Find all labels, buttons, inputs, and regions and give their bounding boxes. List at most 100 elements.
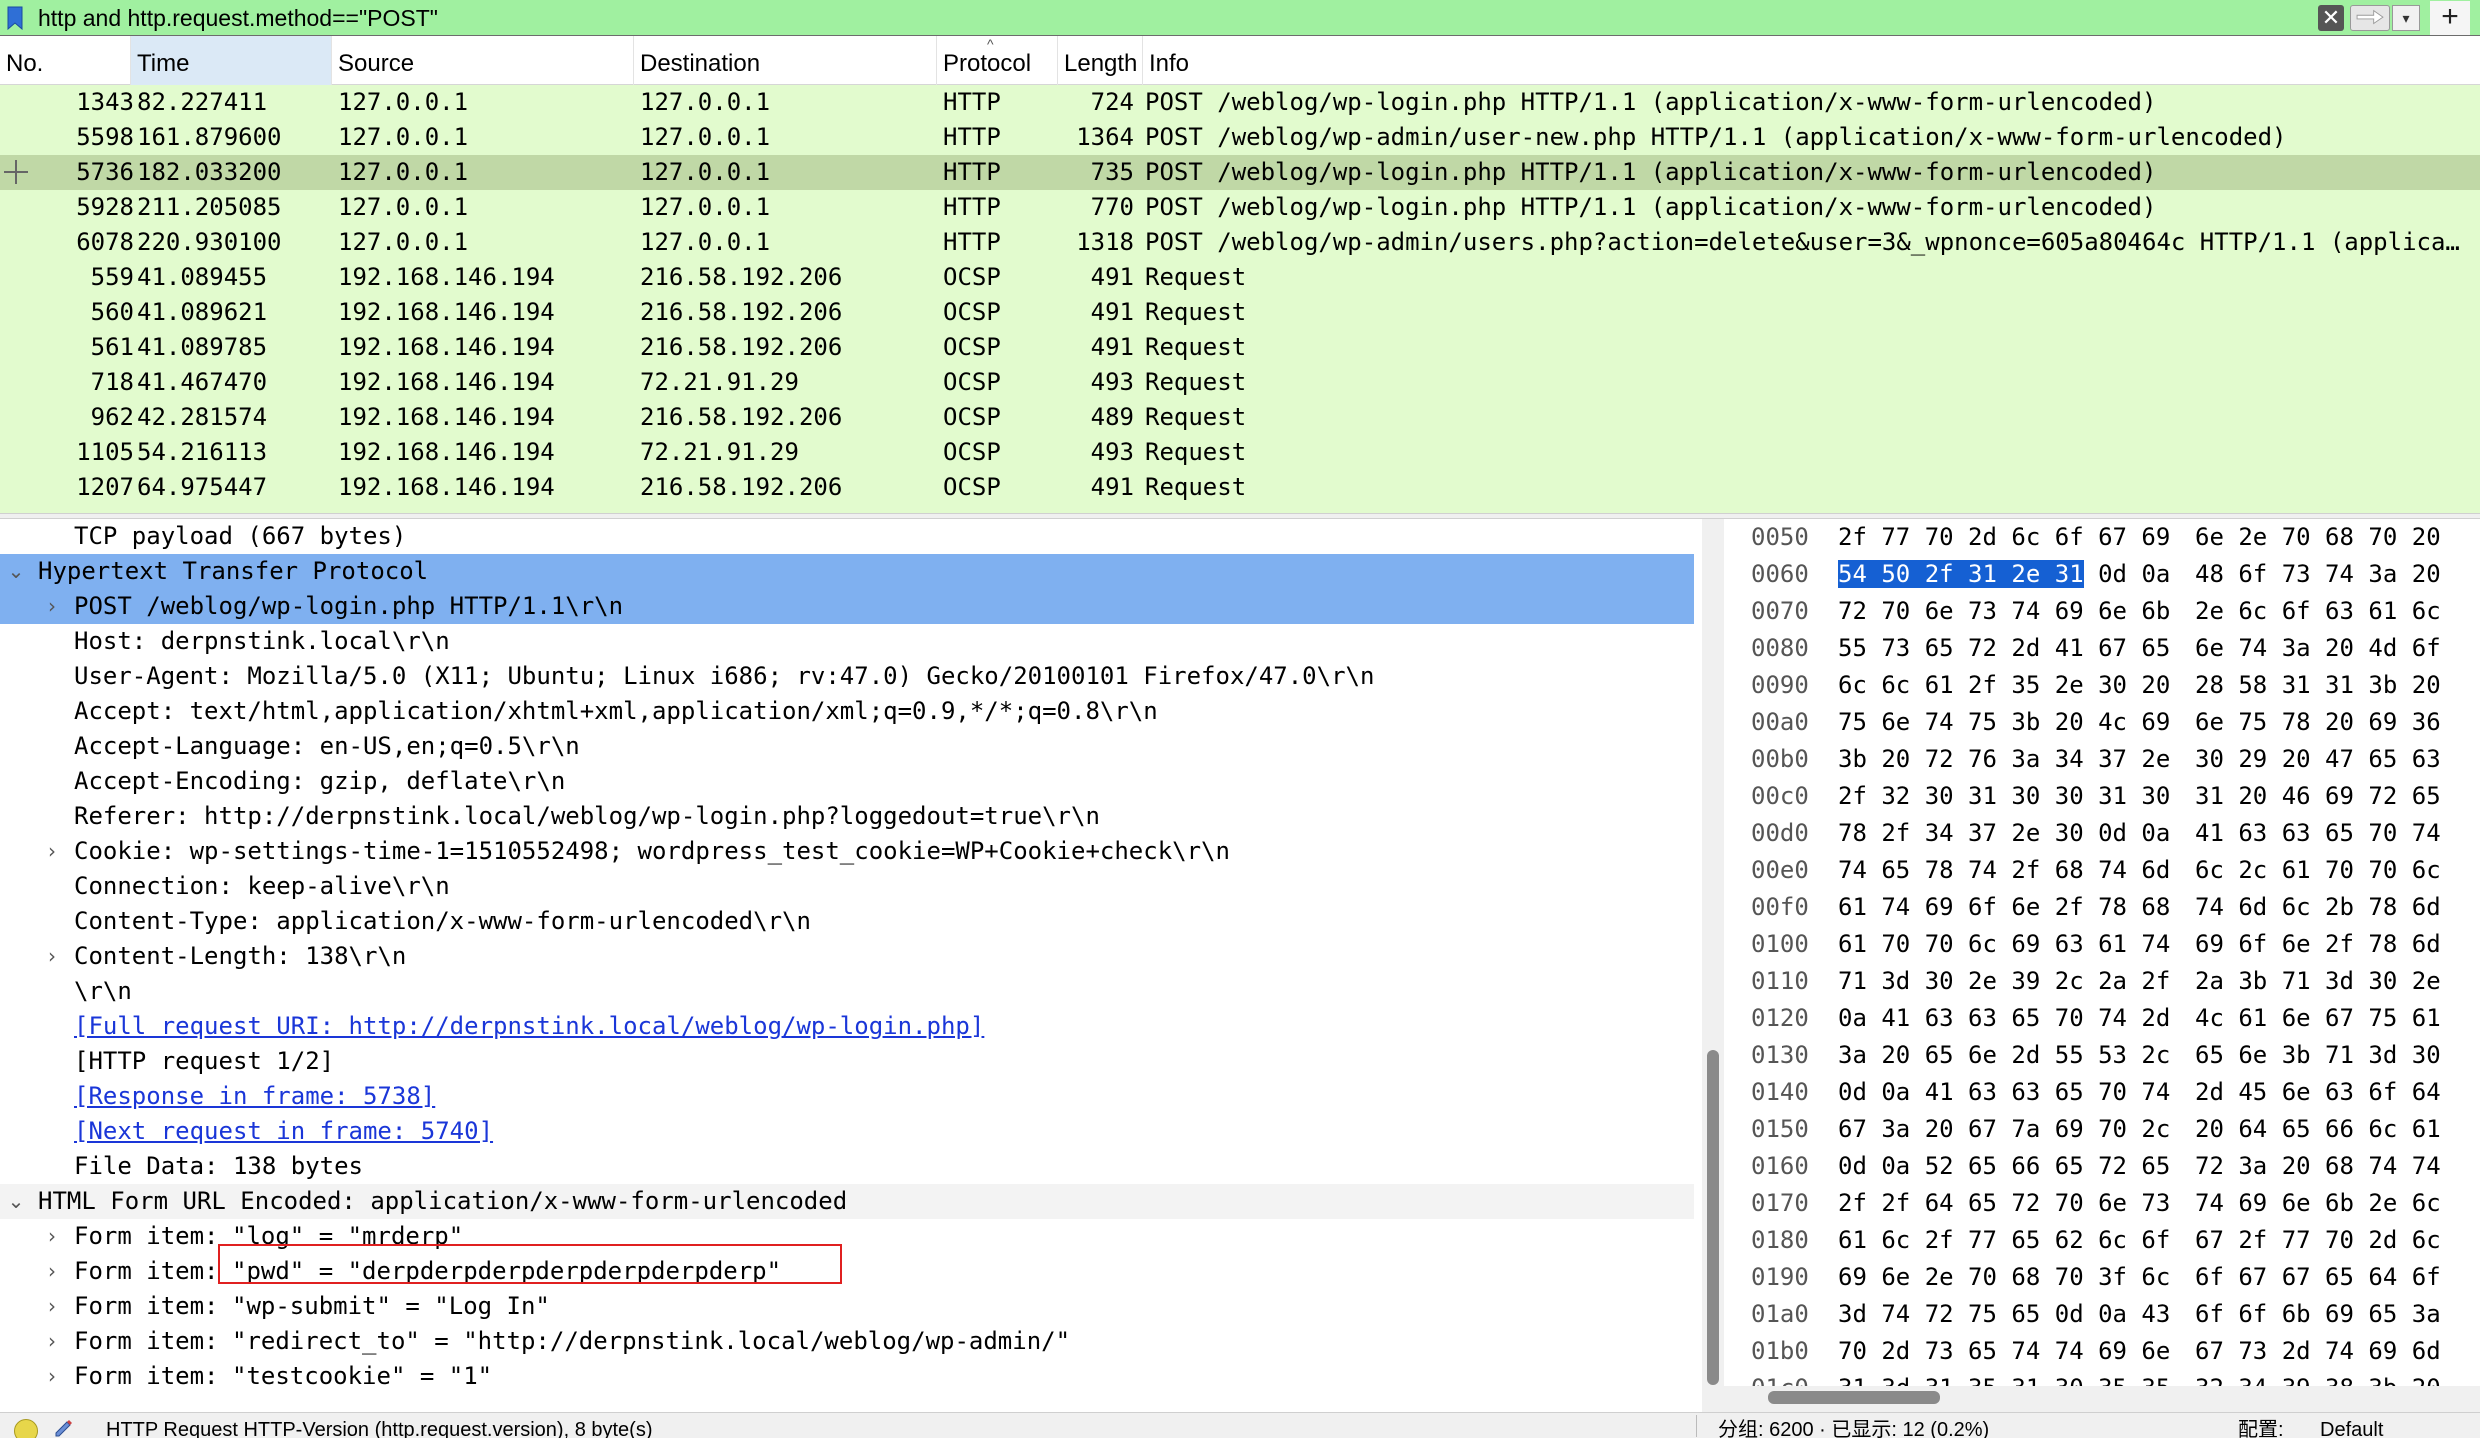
hex-bytes-right[interactable]: 4c 61 6e 67 75 61 [2195,1000,2441,1037]
hex-row[interactable]: 0140 0d 0a 41 63 63 65 70 74 2d 45 6e 63 6… [1724,1074,2480,1111]
hex-bytes-right[interactable]: 2d 45 6e 63 6f 64 [2195,1074,2441,1111]
column-info[interactable]: Info [1143,36,2480,85]
add-filter-icon[interactable]: + [2430,1,2470,35]
expand-arrow-icon[interactable]: › [40,1254,64,1289]
collapse-arrow-icon[interactable]: ⌄ [4,554,28,589]
hex-bytes-left[interactable]: 70 2d 73 65 74 74 69 6e [1838,1333,2170,1370]
next-request-link[interactable]: [Next request in frame: 5740] [74,1114,493,1149]
hex-row[interactable]: 00a0 75 6e 74 75 3b 20 4c 69 6e 75 78 20 6… [1724,704,2480,741]
packet-row[interactable]: 5736 182.033200 127.0.0.1 127.0.0.1 HTTP 735 P… [0,155,2480,190]
packet-row[interactable]: 718 41.467470 192.168.146.194 72.21.91.29 OC… [0,365,2480,400]
hex-bytes-left[interactable]: 71 3d 30 2e 39 2c 2a 2f [1838,963,2170,1000]
filter-dropdown-icon[interactable]: ▾ [2392,5,2420,31]
hex-bytes-right[interactable]: 74 69 6e 6b 2e 6c [2195,1185,2441,1222]
hex-row[interactable]: 0120 0a 41 63 63 65 70 74 2d 4c 61 6e 67 7… [1724,1000,2480,1037]
hex-bytes-right[interactable]: 6e 74 3a 20 4d 6f [2195,630,2441,667]
hex-row[interactable]: 0130 3a 20 65 6e 2d 55 53 2c 65 6e 3b 71 3… [1724,1037,2480,1074]
hex-bytes-right[interactable]: 30 29 20 47 65 63 [2195,741,2441,778]
hex-row[interactable]: 01b0 70 2d 73 65 74 74 69 6e 67 73 2d 74 6… [1724,1333,2480,1370]
tree-item-content-length[interactable]: › Content-Length: 138\r\n [0,939,1694,974]
expand-arrow-icon[interactable]: › [40,834,64,869]
status-profile[interactable]: Default [2320,1417,2383,1438]
packet-row[interactable]: 1343 82.227411 127.0.0.1 127.0.0.1 HTTP 724 PO… [0,85,2480,120]
hex-row[interactable]: 00d0 78 2f 34 37 2e 30 0d 0a 41 63 63 65 7… [1724,815,2480,852]
hex-row[interactable]: 00e0 74 65 78 74 2f 68 74 6d 6c 2c 61 70 7… [1724,852,2480,889]
expand-arrow-icon[interactable]: › [40,1324,64,1359]
hex-row[interactable]: 0070 72 70 6e 73 74 69 6e 6b 2e 6c 6f 63 6… [1724,593,2480,630]
hex-row[interactable]: 0150 67 3a 20 67 7a 69 70 2c 20 64 65 66 6… [1724,1111,2480,1148]
expand-arrow-icon[interactable]: › [40,589,64,624]
bytes-scrollbar-thumb[interactable] [1768,1391,1940,1404]
hex-bytes-left[interactable]: 6c 6c 61 2f 35 2e 30 20 [1838,667,2170,704]
expand-arrow-icon[interactable]: › [40,1219,64,1254]
hex-bytes-left[interactable]: 78 2f 34 37 2e 30 0d 0a [1838,815,2170,852]
hex-bytes-right[interactable]: 67 73 2d 74 69 6d [2195,1333,2441,1370]
hex-row[interactable]: 0180 61 6c 2f 77 65 62 6c 6f 67 2f 77 70 2… [1724,1222,2480,1259]
hex-bytes-right[interactable]: 41 63 63 65 70 74 [2195,815,2441,852]
hex-bytes-right[interactable]: 28 58 31 31 3b 20 [2195,667,2441,704]
packet-row[interactable]: 1207 64.975447 192.168.146.194 216.58.192.2… [0,470,2480,505]
tree-item-form-wp-submit[interactable]: › Form item: "wp-submit" = "Log In" [0,1289,1694,1324]
hex-row[interactable]: 0190 69 6e 2e 70 68 70 3f 6c 6f 67 67 65 6… [1724,1259,2480,1296]
tree-item-referer[interactable]: Referer: http://derpnstink.local/weblog/… [0,799,1694,834]
hex-bytes-right[interactable]: 48 6f 73 74 3a 20 [2195,556,2441,593]
packet-row[interactable]: 962 42.281574 192.168.146.194 216.58.192.20… [0,400,2480,435]
hex-row[interactable]: 00f0 61 74 69 6f 6e 2f 78 68 74 6d 6c 2b 7… [1724,889,2480,926]
tree-item-request-line[interactable]: › POST /weblog/wp-login.php HTTP/1.1\r\n [0,589,1694,624]
hex-bytes-right[interactable]: 74 6d 6c 2b 78 6d [2195,889,2441,926]
hex-bytes-right[interactable]: 2e 6c 6f 63 61 6c [2195,593,2441,630]
packet-row[interactable]: 559 41.089455 192.168.146.194 216.58.192.20… [0,260,2480,295]
tree-item-next-request[interactable]: [Next request in frame: 5740] [0,1114,1694,1149]
hex-row[interactable]: 0160 0d 0a 52 65 66 65 72 65 72 3a 20 68 7… [1724,1148,2480,1185]
hex-bytes-right[interactable]: 65 6e 3b 71 3d 30 [2195,1037,2441,1074]
bookmark-icon[interactable] [6,6,24,30]
hex-bytes-left[interactable]: 0d 0a 52 65 66 65 72 65 [1838,1148,2170,1185]
column-source[interactable]: Source [332,36,634,85]
tree-item-connection[interactable]: Connection: keep-alive\r\n [0,869,1694,904]
hex-bytes-left[interactable]: 72 70 6e 73 74 69 6e 6b [1838,593,2170,630]
apply-filter-icon[interactable] [2350,5,2390,31]
packet-row[interactable]: 5928 211.205085 127.0.0.1 127.0.0.1 HTTP 770 P… [0,190,2480,225]
hex-bytes-left[interactable]: 3d 74 72 75 65 0d 0a 43 [1838,1296,2170,1333]
hex-bytes-right[interactable]: 20 64 65 66 6c 61 [2195,1111,2441,1148]
tree-item-form-redirect-to[interactable]: › Form item: "redirect_to" = "http://der… [0,1324,1694,1359]
hex-row[interactable]: 0100 61 70 70 6c 69 63 61 74 69 6f 6e 2f 7… [1724,926,2480,963]
hex-bytes-right[interactable]: 6f 67 67 65 64 6f [2195,1259,2441,1296]
hex-bytes-right[interactable]: 67 2f 77 70 2d 6c [2195,1222,2441,1259]
hex-bytes-left[interactable]: 0a 41 63 63 65 70 74 2d [1838,1000,2170,1037]
tree-item-crlf[interactable]: \r\n [0,974,1694,1009]
tree-item-html-form[interactable]: ⌄ HTML Form URL Encoded: application/x-w… [0,1184,1694,1219]
packet-row[interactable]: 1105 54.216113 192.168.146.194 72.21.91.29 O… [0,435,2480,470]
hex-bytes-left[interactable]: 3b 20 72 76 3a 34 37 2e [1838,741,2170,778]
hex-bytes-right[interactable]: 69 6f 6e 2f 78 6d [2195,926,2441,963]
hex-row[interactable]: 0060 54 50 2f 31 2e 31 0d 0a 48 6f 73 74 3… [1724,556,2480,593]
hex-row[interactable]: 01a0 3d 74 72 75 65 0d 0a 43 6f 6f 6b 69 6… [1724,1296,2480,1333]
hex-bytes-right[interactable]: 6e 75 78 20 69 36 [2195,704,2441,741]
tree-item-response-in[interactable]: [Response in frame: 5738] [0,1079,1694,1114]
clear-filter-icon[interactable]: ✕ [2318,5,2344,31]
tree-item-file-data[interactable]: File Data: 138 bytes [0,1149,1694,1184]
tree-item-form-testcookie[interactable]: › Form item: "testcookie" = "1" [0,1359,1694,1394]
expand-arrow-icon[interactable]: › [40,1359,64,1394]
packet-row[interactable]: 5598 161.879600 127.0.0.1 127.0.0.1 HTTP 1364… [0,120,2480,155]
expand-arrow-icon[interactable]: › [40,1289,64,1324]
hex-bytes-right[interactable]: 2a 3b 71 3d 30 2e [2195,963,2441,1000]
hex-bytes-left[interactable]: 0d 0a 41 63 63 65 70 74 [1838,1074,2170,1111]
hex-bytes-right[interactable]: 72 3a 20 68 74 74 [2195,1148,2441,1185]
hex-bytes-left[interactable]: 2f 77 70 2d 6c 6f 67 69 [1838,519,2170,556]
full-uri-link[interactable]: [Full request URI: http://derpnstink.loc… [74,1009,984,1044]
hex-bytes-left[interactable]: 3a 20 65 6e 2d 55 53 2c [1838,1037,2170,1074]
column-no[interactable]: No. [0,36,131,85]
selected-hex-bytes[interactable]: 54 50 2f 31 2e 31 [1838,560,2084,588]
tree-item-user-agent[interactable]: User-Agent: Mozilla/5.0 (X11; Ubuntu; Li… [0,659,1694,694]
packet-row[interactable]: 6078 220.930100 127.0.0.1 127.0.0.1 HTTP 1318… [0,225,2480,260]
hex-bytes-left[interactable]: 74 65 78 74 2f 68 74 6d [1838,852,2170,889]
hex-bytes-right[interactable]: 31 20 46 69 72 65 [2195,778,2441,815]
tree-item-full-uri[interactable]: [Full request URI: http://derpnstink.loc… [0,1009,1694,1044]
tree-item-accept[interactable]: Accept: text/html,application/xhtml+xml,… [0,694,1694,729]
hex-row[interactable]: 00b0 3b 20 72 76 3a 34 37 2e 30 29 20 47 6… [1724,741,2480,778]
packet-row[interactable]: 560 41.089621 192.168.146.194 216.58.192.20… [0,295,2480,330]
display-filter-input[interactable]: http and http.request.method=="POST" [38,2,438,34]
hex-bytes-left[interactable]: 2f 32 30 31 30 30 31 30 [1838,778,2170,815]
hex-bytes-left[interactable]: 61 70 70 6c 69 63 61 74 [1838,926,2170,963]
